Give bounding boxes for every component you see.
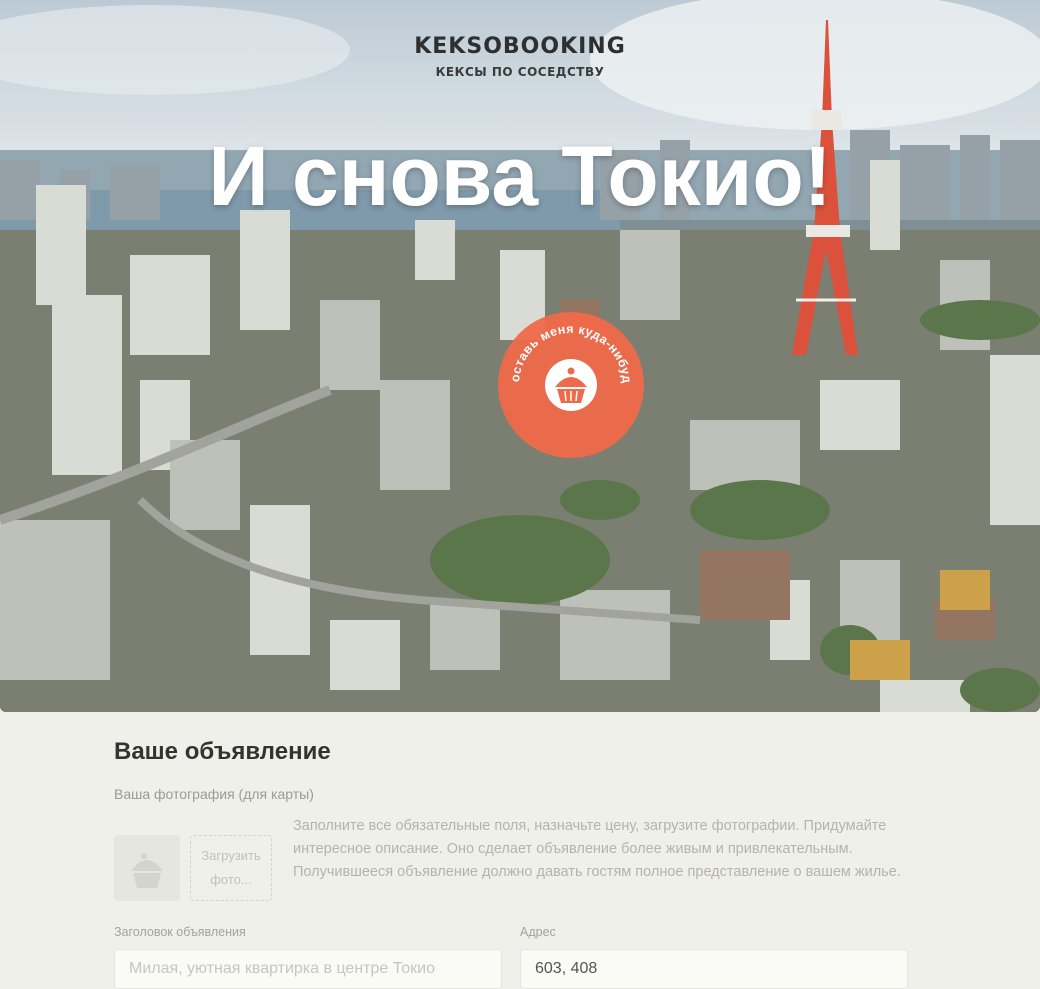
address-input[interactable] [520, 949, 908, 989]
muffin-icon [131, 853, 163, 888]
title-field-label: Заголовок объявления [114, 925, 246, 939]
tagline: КЕКСЫ ПО СОСЕДСТВУ [435, 65, 605, 79]
address-field-label: Адрес [520, 925, 556, 939]
hero-title: И снова Токио! [208, 129, 832, 223]
upload-label: Загрузить фото... [201, 848, 261, 887]
logo[interactable]: KEKSOBOOKING [0, 34, 1040, 59]
main-map-pin[interactable]: Поставь меня куда-нибудь [492, 300, 645, 459]
form-hint: Заполните все обязательные поля, назначь… [293, 818, 901, 880]
avatar-label: Ваша фотография (для карты) [114, 786, 314, 802]
avatar-preview [114, 835, 180, 901]
ad-form: Ваше объявление Ваша фотография (для кар… [114, 712, 924, 989]
form-title: Ваше объявление [114, 738, 331, 765]
title-input[interactable] [114, 949, 502, 989]
hero-banner: KEKSOBOOKING КЕКСЫ ПО СОСЕДСТВУ И снова … [0, 0, 1040, 712]
muffin-icon [545, 359, 597, 411]
upload-photo-button[interactable]: Загрузить фото... [190, 835, 272, 901]
